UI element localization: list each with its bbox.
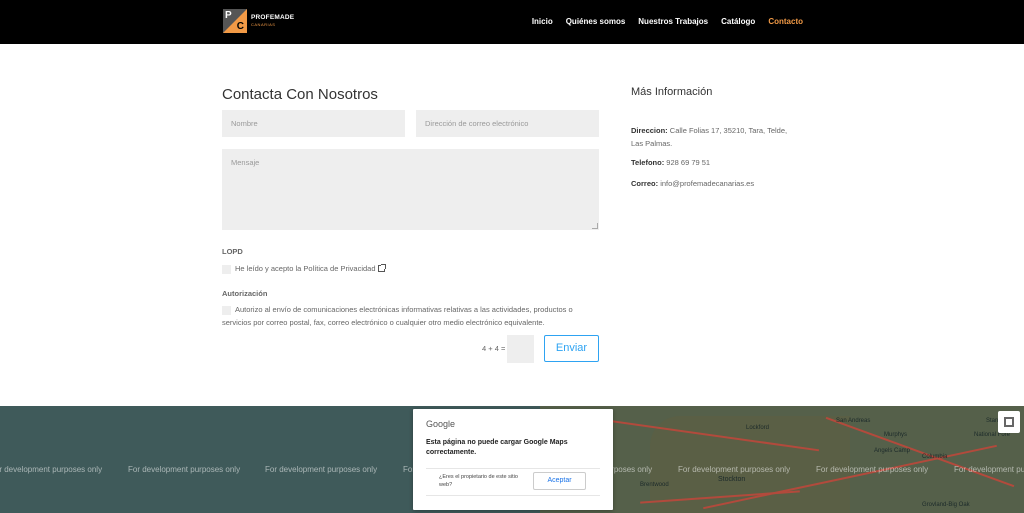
map-city: Angels Camp bbox=[874, 448, 911, 454]
map-city: Murphys bbox=[884, 432, 908, 438]
map-city: Brentwood bbox=[640, 482, 669, 488]
message-textarea[interactable]: Mensaje bbox=[222, 149, 599, 230]
info-address: Direccion: Calle Folias 17, 35210, Tara,… bbox=[631, 124, 801, 150]
fullscreen-button[interactable] bbox=[998, 411, 1020, 433]
owner-question-row: ¿Eres el propietario de este sitio web? … bbox=[426, 468, 600, 496]
address-label: Direccion: bbox=[631, 126, 668, 135]
map-error-dialog: Google Esta página no puede cargar Googl… bbox=[413, 409, 613, 510]
email-input[interactable]: Dirección de correo electrónico bbox=[416, 110, 599, 137]
email-label: Correo: bbox=[631, 179, 659, 188]
auth-text: Autorizo al envío de comunicaciones elec… bbox=[222, 305, 573, 327]
lopd-label: LOPD bbox=[222, 247, 243, 256]
map-city: San Andreas bbox=[836, 418, 871, 424]
main-nav: Inicio Quiénes somos Nuestros Trabajos C… bbox=[519, 17, 803, 26]
privacy-text: He leído y acepto la Política de Privaci… bbox=[235, 262, 386, 275]
auth-label: Autorización bbox=[222, 289, 268, 298]
name-input[interactable]: Nombre bbox=[222, 110, 405, 137]
map-city: Stockton bbox=[718, 476, 746, 483]
logo-letter-c: C bbox=[236, 21, 244, 32]
google-logo: Google bbox=[426, 419, 456, 429]
info-title: Más Información bbox=[631, 86, 713, 98]
accept-button[interactable]: Aceptar bbox=[533, 472, 586, 490]
dev-watermark: For development purposes only bbox=[816, 465, 929, 474]
privacy-link[interactable]: He leído y acepto la Política de Privaci… bbox=[235, 264, 376, 273]
resize-grip-icon[interactable] bbox=[592, 223, 598, 229]
site-header: P C PROFEMADE CANARIAS Inicio Quiénes so… bbox=[0, 0, 1024, 44]
captcha-question: 4 + 4 = bbox=[482, 344, 506, 353]
map-city: Columbia bbox=[922, 454, 948, 460]
message-placeholder: Mensaje bbox=[231, 158, 260, 167]
phone-label: Telefono: bbox=[631, 158, 665, 167]
form-title: Contacta Con Nosotros bbox=[222, 86, 378, 103]
nav-catalogo[interactable]: Catálogo bbox=[721, 17, 755, 26]
info-phone: Telefono: 928 69 79 51 bbox=[631, 156, 801, 169]
map-error-message: Esta página no puede cargar Google Maps … bbox=[426, 439, 568, 456]
name-placeholder: Nombre bbox=[231, 119, 258, 128]
captcha-input[interactable] bbox=[507, 335, 534, 363]
dev-watermark: For development purposes only bbox=[954, 465, 1024, 474]
map-city: Lockford bbox=[746, 425, 770, 431]
logo-letter-p: P bbox=[225, 10, 232, 21]
email-value[interactable]: info@profemadecanarias.es bbox=[660, 179, 754, 188]
nav-quienes-somos[interactable]: Quiénes somos bbox=[566, 17, 626, 26]
dev-watermark: For development purposes only bbox=[128, 465, 241, 474]
map-city: Grovland-Big Oak bbox=[922, 502, 970, 508]
privacy-checkbox[interactable] bbox=[222, 265, 231, 274]
nav-nuestros-trabajos[interactable]: Nuestros Trabajos bbox=[638, 17, 708, 26]
dev-watermark: For development purposes only bbox=[678, 465, 791, 474]
dev-watermark: For development purposes only bbox=[265, 465, 378, 474]
nav-contacto[interactable]: Contacto bbox=[768, 17, 803, 26]
external-link-icon[interactable] bbox=[377, 264, 386, 272]
nav-inicio[interactable]: Inicio bbox=[532, 17, 553, 26]
site-logo[interactable]: P C PROFEMADE CANARIAS bbox=[223, 9, 294, 33]
logo-mark-icon: P C bbox=[223, 9, 247, 33]
phone-value: 928 69 79 51 bbox=[666, 158, 711, 167]
dev-watermark: For development purposes only bbox=[0, 465, 103, 474]
logo-name: PROFEMADE bbox=[251, 14, 295, 22]
send-button[interactable]: Enviar bbox=[544, 335, 599, 362]
logo-tagline: CANARIAS bbox=[251, 21, 276, 27]
info-email: Correo: info@profemadecanarias.es bbox=[631, 177, 801, 190]
owner-question: ¿Eres el propietario de este sitio web? bbox=[439, 474, 518, 488]
email-placeholder: Dirección de correo electrónico bbox=[425, 119, 529, 128]
